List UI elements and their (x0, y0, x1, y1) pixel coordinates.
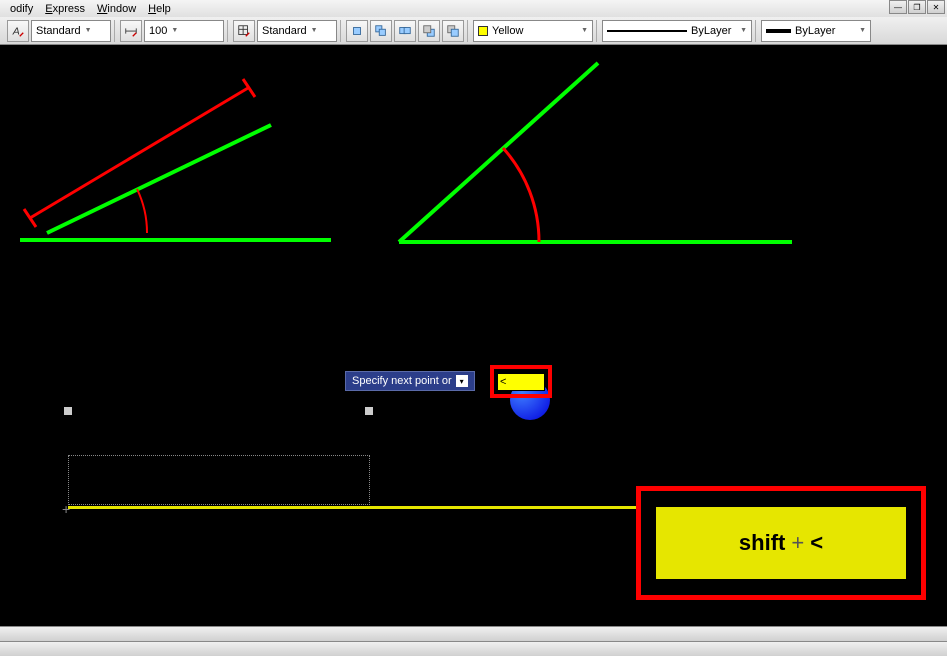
dynamic-input-field[interactable] (497, 373, 545, 391)
minimize-button[interactable]: — (889, 0, 907, 14)
send-back-icon[interactable] (418, 20, 440, 42)
endpoint-marker-right (365, 407, 373, 415)
tablestyle-dropdown[interactable]: Standard▼ (257, 20, 337, 42)
dynamic-prompt: Specify next point or ▾ (345, 371, 475, 391)
color-dropdown[interactable]: Yellow ▼ (473, 20, 593, 42)
instruction-callout: shift + < (636, 486, 926, 600)
bring-front-icon[interactable] (442, 20, 464, 42)
svg-text:A: A (12, 25, 20, 37)
command-line[interactable] (0, 626, 947, 641)
menu-bar: odify Express Window Help — ❐ ✕ (0, 0, 947, 17)
restore-button[interactable]: ❐ (908, 0, 926, 14)
dimstyle-icon[interactable] (120, 20, 142, 42)
linetype-dropdown[interactable]: ByLayer ▼ (602, 20, 752, 42)
prompt-menu-icon[interactable]: ▾ (456, 375, 468, 387)
dynamic-input-highlight (490, 365, 552, 398)
menu-modify[interactable]: odify (4, 2, 39, 16)
lineweight-dropdown[interactable]: ByLayer ▼ (761, 20, 871, 42)
active-line (68, 506, 728, 509)
tablestyle-icon[interactable] (233, 20, 255, 42)
properties-toolbar: A Standard▼ 100▼ Standard▼ (0, 17, 947, 45)
copy-icon-3[interactable] (394, 20, 416, 42)
menu-window[interactable]: Window (91, 2, 142, 16)
textstyle-dropdown[interactable]: Standard▼ (31, 20, 111, 42)
window-controls: — ❐ ✕ (889, 0, 945, 14)
textstyle-icon[interactable]: A (7, 20, 29, 42)
close-button[interactable]: ✕ (927, 0, 945, 14)
endpoint-marker-left (64, 407, 72, 415)
copy-icon-2[interactable] (370, 20, 392, 42)
copy-icon-1[interactable] (346, 20, 368, 42)
dimscale-dropdown[interactable]: 100▼ (144, 20, 224, 42)
menu-help[interactable]: Help (142, 2, 177, 16)
status-bars (0, 626, 947, 656)
start-cross-icon: + (62, 501, 70, 517)
menu-express[interactable]: Express (39, 2, 91, 16)
status-bar (0, 641, 947, 656)
